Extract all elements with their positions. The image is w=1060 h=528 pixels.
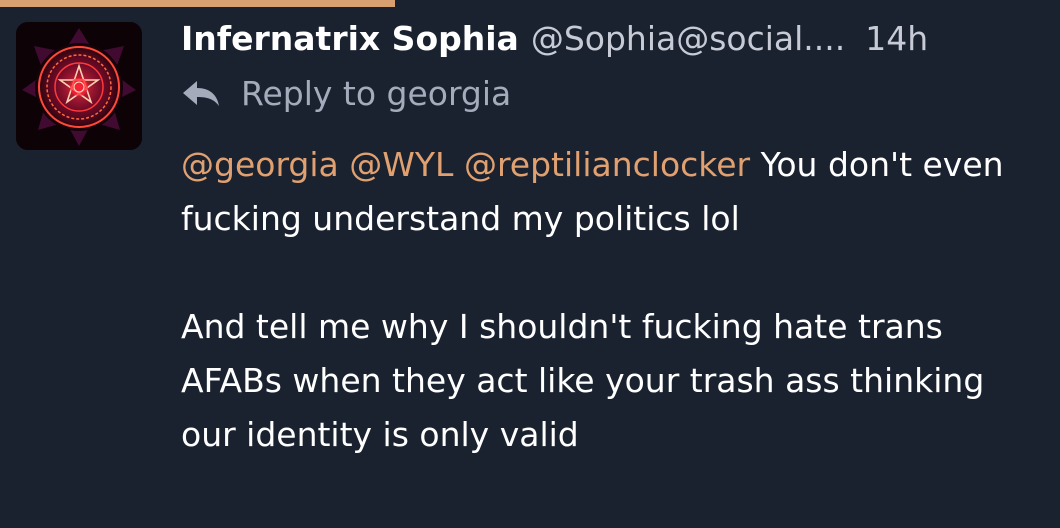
thread-progress-indicator (0, 0, 395, 7)
post-paragraph-2: And tell me why I shouldn't fucking hate… (181, 300, 1041, 462)
mention-reptilianclocker[interactable]: @reptilianclocker (464, 145, 750, 184)
reply-arrow-icon (183, 81, 219, 106)
paragraph-2-text: And tell me why I shouldn't fucking hate… (181, 307, 985, 454)
author-handle[interactable]: @Sophia@social.... (531, 14, 845, 64)
reply-to-label: Reply to georgia (241, 73, 512, 113)
pentagram-sigil-icon (16, 22, 142, 150)
post-card: Infernatrix Sophia @Sophia@social.... 14… (0, 0, 1060, 528)
avatar[interactable] (16, 22, 142, 150)
reply-indicator[interactable]: Reply to georgia (181, 68, 511, 118)
post-timestamp[interactable]: 14h (865, 14, 928, 64)
post-paragraph-1: @georgia @WYL @reptilianclocker You don'… (181, 138, 1041, 246)
post-content: @georgia @WYL @reptilianclocker You don'… (181, 138, 1041, 462)
post-header: Infernatrix Sophia @Sophia@social.... 14… (181, 14, 928, 64)
mention-wyl[interactable]: @WYL (349, 145, 453, 184)
mention-georgia[interactable]: @georgia (181, 145, 339, 184)
author-display-name[interactable]: Infernatrix Sophia (181, 14, 519, 64)
